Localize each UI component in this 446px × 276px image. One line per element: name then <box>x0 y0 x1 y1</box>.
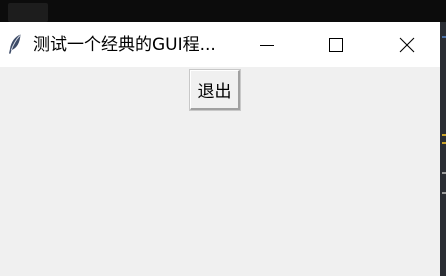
app-window: 测试一个经典的GUI程... 退出 <box>0 22 440 276</box>
edge-mark <box>442 142 446 144</box>
maximize-icon <box>328 37 344 53</box>
desktop-taskbar-fragment <box>8 3 48 22</box>
maximize-button[interactable] <box>313 22 359 67</box>
quit-button[interactable]: 退出 <box>189 69 241 111</box>
close-icon <box>399 37 415 53</box>
title-bar[interactable]: 测试一个经典的GUI程... <box>0 22 440 67</box>
edge-mark <box>442 134 446 136</box>
edge-mark <box>442 36 446 38</box>
minimize-button[interactable] <box>244 22 290 67</box>
window-title: 测试一个经典的GUI程... <box>33 35 216 55</box>
close-button[interactable] <box>384 22 430 67</box>
desktop-background <box>0 0 446 22</box>
edge-mark <box>442 172 446 174</box>
feather-icon <box>7 33 23 55</box>
client-area: 退出 <box>0 67 440 276</box>
edge-mark <box>442 192 446 194</box>
background-window-edge <box>440 22 446 276</box>
minimize-icon <box>259 37 275 53</box>
